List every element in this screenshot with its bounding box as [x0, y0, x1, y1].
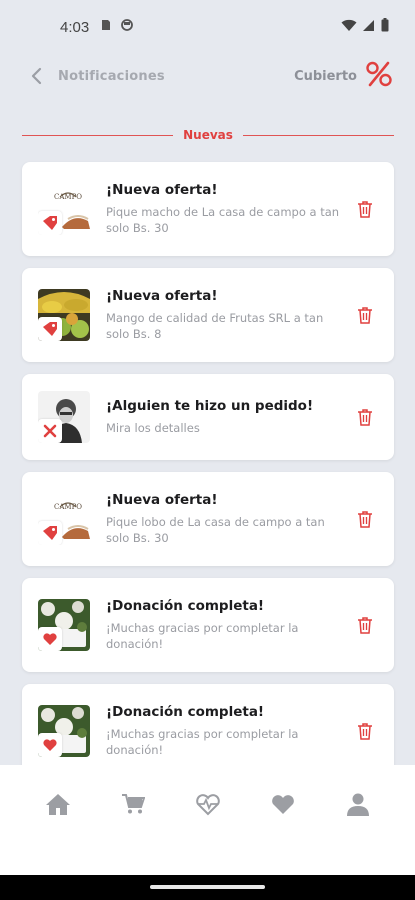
- notification-title: ¡Nueva oferta!: [106, 182, 218, 198]
- heart-icon: [38, 627, 62, 651]
- section-label: Nuevas: [183, 128, 233, 142]
- tag-icon: [38, 211, 62, 235]
- notification-thumbnail: CAMPO: [38, 183, 90, 235]
- notification-body: Mango de calidad de Frutas SRL a tan sol…: [106, 311, 324, 341]
- status-bar: 4:03: [0, 0, 415, 54]
- notification-title: ¡Donación completa!: [106, 598, 265, 614]
- nav-health[interactable]: [193, 789, 223, 819]
- wifi-icon: [341, 19, 357, 36]
- divider-line-right: [242, 134, 395, 136]
- notification-card[interactable]: CAMPO ¡Nueva oferta! Pique macho de La c…: [22, 162, 394, 256]
- delete-button[interactable]: [354, 304, 376, 326]
- notification-title: ¡Nueva oferta!: [106, 288, 218, 304]
- notification-thumbnail: [38, 391, 90, 443]
- notification-title: ¡Alguien te hizo un pedido!: [106, 398, 314, 414]
- section-divider: Nuevas: [22, 126, 395, 144]
- nav-profile[interactable]: [343, 789, 373, 819]
- heart-icon: [271, 795, 294, 814]
- delete-button[interactable]: [354, 508, 376, 530]
- delete-button[interactable]: [354, 198, 376, 220]
- page-title: Notificaciones: [58, 68, 165, 84]
- cross-icon: [38, 419, 62, 443]
- brand: Cubierto: [294, 60, 393, 92]
- sim-card-icon: [101, 19, 111, 35]
- sync-icon: [121, 19, 134, 35]
- bottom-navigation: [0, 765, 415, 875]
- notification-body: ¡Muchas gracias por completar la donació…: [106, 727, 299, 757]
- svg-text:CAMPO: CAMPO: [54, 503, 82, 511]
- tag-icon: [38, 521, 62, 545]
- notification-body: Mira los detalles: [106, 421, 200, 435]
- battery-icon: [381, 18, 389, 36]
- notification-card[interactable]: ¡Donación completa! ¡Muchas gracias por …: [22, 578, 394, 672]
- trash-icon: [358, 617, 372, 634]
- delete-button[interactable]: [354, 720, 376, 742]
- system-navigation-bar: [0, 875, 415, 900]
- notification-thumbnail: [38, 599, 90, 651]
- nav-favorites[interactable]: [268, 789, 298, 819]
- notification-body: Pique macho de La casa de campo a tan so…: [106, 205, 340, 235]
- notification-body: Pique lobo de La casa de campo a tan sol…: [106, 515, 325, 545]
- app-header: Notificaciones Cubierto: [0, 54, 415, 98]
- notification-card[interactable]: ¡Alguien te hizo un pedido! Mira los det…: [22, 374, 394, 460]
- home-indicator[interactable]: [150, 885, 265, 889]
- notification-thumbnail: CAMPO: [38, 493, 90, 545]
- heart-icon: [38, 733, 62, 757]
- notification-body: ¡Muchas gracias por completar la donació…: [106, 621, 299, 651]
- notification-card[interactable]: CAMPO ¡Nueva oferta! Pique lobo de La ca…: [22, 472, 394, 566]
- notification-title: ¡Donación completa!: [106, 704, 265, 720]
- home-icon: [45, 794, 70, 815]
- user-icon: [346, 793, 369, 816]
- tag-icon: [38, 317, 62, 341]
- trash-icon: [358, 723, 372, 740]
- notification-title: ¡Nueva oferta!: [106, 492, 218, 508]
- svg-text:CAMPO: CAMPO: [54, 193, 82, 201]
- status-time: 4:03: [60, 18, 90, 36]
- divider-line-left: [22, 134, 174, 136]
- trash-icon: [358, 511, 372, 528]
- chevron-left-icon: [31, 67, 42, 85]
- notification-card[interactable]: ¡Donación completa! ¡Muchas gracias por …: [22, 684, 394, 778]
- notification-card[interactable]: ¡Nueva oferta! Mango de calidad de Fruta…: [22, 268, 394, 362]
- delete-button[interactable]: [354, 406, 376, 428]
- health-icon: [195, 794, 220, 816]
- nav-cart[interactable]: [118, 789, 148, 819]
- brand-name: Cubierto: [294, 68, 357, 84]
- signal-icon: [363, 19, 375, 36]
- notification-thumbnail: [38, 705, 90, 757]
- nav-home[interactable]: [43, 789, 73, 819]
- notification-list: CAMPO ¡Nueva oferta! Pique macho de La c…: [22, 162, 394, 790]
- trash-icon: [358, 307, 372, 324]
- notification-thumbnail: [38, 289, 90, 341]
- delete-button[interactable]: [354, 614, 376, 636]
- trash-icon: [358, 201, 372, 218]
- trash-icon: [358, 409, 372, 426]
- brand-logo-icon: [365, 60, 393, 92]
- back-button[interactable]: [24, 64, 48, 88]
- cart-icon: [121, 794, 145, 814]
